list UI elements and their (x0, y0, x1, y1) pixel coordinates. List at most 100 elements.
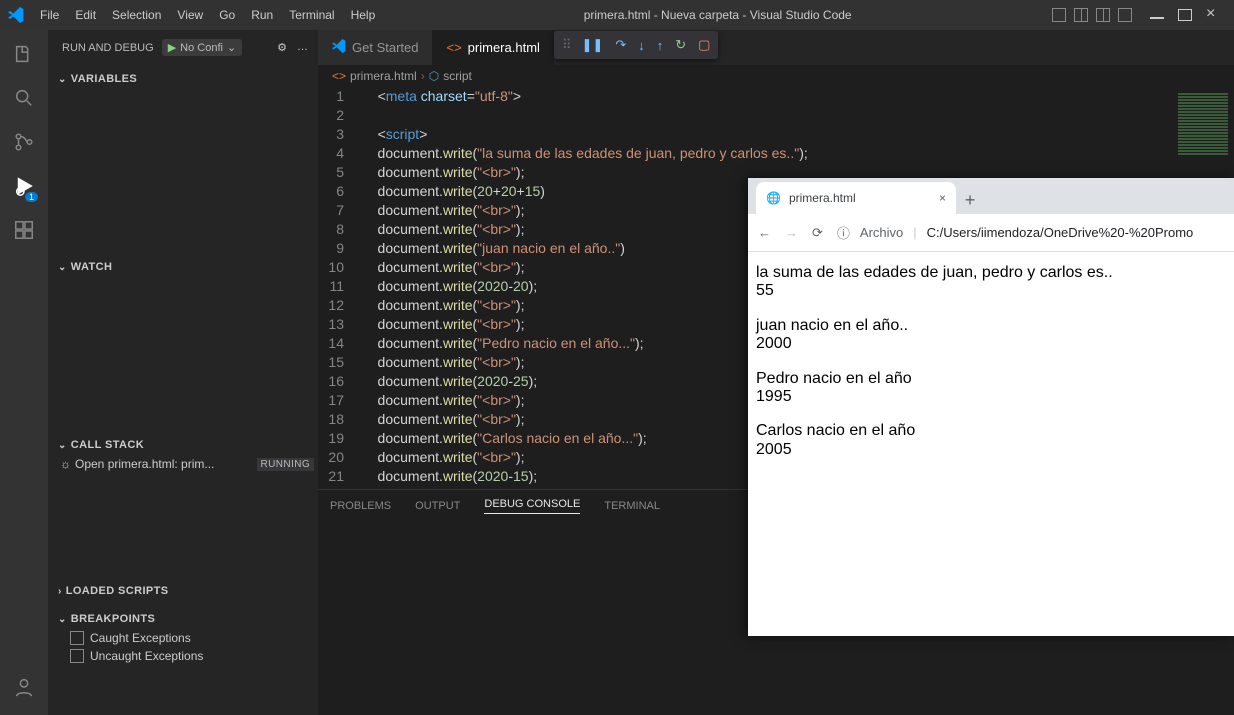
panel-variables[interactable]: ⌄ VARIABLES (48, 65, 318, 93)
activity-scm[interactable] (8, 126, 40, 158)
output-line: juan nacio en el año.. (756, 317, 1226, 335)
line-numbers: 123456789101112131415161718192021 (318, 87, 358, 486)
chevron-down-icon: ⌄ (58, 614, 67, 625)
play-icon: ▶ (168, 41, 176, 54)
checkbox[interactable] (70, 649, 84, 663)
menubar: File Edit Selection View Go Run Terminal… (0, 0, 1234, 30)
more-icon[interactable]: … (297, 41, 308, 54)
panel-callstack[interactable]: ⌄ CALL STACK ☼ Open primera.html: prim...… (48, 431, 318, 477)
editor-tabs: Get Started <> primera.html (318, 30, 1234, 65)
menu-help[interactable]: Help (343, 8, 384, 22)
vscode-icon (8, 7, 24, 23)
panel-problems[interactable]: PROBLEMS (330, 500, 391, 512)
callstack-row[interactable]: ☼ Open primera.html: prim... RUNNING (48, 455, 318, 473)
info-icon[interactable]: ⓘ (837, 223, 850, 242)
window-minimize-button[interactable] (1150, 17, 1164, 19)
html-file-icon: <> (446, 40, 461, 55)
panel-breakpoints[interactable]: ⌄ BREAKPOINTS Caught Exceptions Uncaught … (48, 605, 318, 669)
globe-icon: 🌐 (766, 191, 781, 205)
step-out-icon[interactable]: ↑ (657, 38, 664, 53)
browser-tab-title: primera.html (789, 191, 856, 205)
browser-tabbar: 🌐 primera.html × + (748, 178, 1234, 214)
vscode-icon (332, 39, 346, 56)
url-scheme: Archivo (860, 225, 903, 240)
panel-output[interactable]: OUTPUT (415, 500, 460, 512)
activity-bar: 1 (0, 30, 48, 715)
browser-toolbar: ← → ⟳ ⓘ Archivo | C:/Users/iimendoza/One… (748, 214, 1234, 252)
checkbox[interactable] (70, 631, 84, 645)
output-line: 55 (756, 282, 1226, 300)
sidebar-header: RUN AND DEBUG ▶ No Confi ⌄ ⚙ … (48, 30, 318, 65)
tab-get-started[interactable]: Get Started (318, 30, 432, 65)
restart-icon[interactable]: ↻ (675, 37, 686, 53)
run-config-selector[interactable]: ▶ No Confi ⌄ (162, 39, 242, 56)
browser-tab[interactable]: 🌐 primera.html × (756, 182, 956, 214)
menu-run[interactable]: Run (243, 8, 281, 22)
menu-view[interactable]: View (169, 8, 211, 22)
reload-button[interactable]: ⟳ (812, 225, 823, 241)
close-icon[interactable]: × (939, 191, 946, 205)
browser-window: 🌐 primera.html × + ← → ⟳ ⓘ Archivo | C:/… (748, 178, 1234, 636)
layout-icons[interactable] (1052, 8, 1132, 22)
panel-watch[interactable]: ⌄ WATCH (48, 253, 318, 281)
tab-label: primera.html (468, 40, 540, 55)
sidebar-title: RUN AND DEBUG (62, 42, 154, 54)
window-maximize-button[interactable] (1178, 9, 1192, 21)
activity-extensions[interactable] (8, 214, 40, 246)
chevron-right-icon: › (58, 586, 62, 597)
html-file-icon: <> (332, 69, 346, 83)
chevron-down-icon: ⌄ (58, 440, 67, 451)
window-title: primera.html - Nueva carpeta - Visual St… (383, 8, 1052, 22)
gear-icon[interactable]: ⚙ (277, 41, 287, 54)
breadcrumb[interactable]: <> primera.html › ⬡ script (318, 65, 1234, 87)
stop-icon[interactable]: ▢ (698, 37, 710, 53)
output-line: Pedro nacio en el año (756, 370, 1226, 388)
new-tab-button[interactable]: + (956, 186, 984, 214)
tab-primera[interactable]: <> primera.html (432, 30, 553, 65)
grip-icon[interactable]: ⠿ (562, 37, 570, 53)
output-line: Carlos nacio en el año (756, 422, 1226, 440)
callstack-label: Open primera.html: prim... (75, 457, 214, 471)
chevron-down-icon: ⌄ (58, 262, 67, 273)
watch-title: WATCH (71, 261, 113, 273)
activity-explorer[interactable] (8, 38, 40, 70)
callstack-title: CALL STACK (71, 439, 144, 451)
menu-go[interactable]: Go (211, 8, 243, 22)
back-button[interactable]: ← (758, 225, 771, 240)
variables-title: VARIABLES (71, 73, 137, 85)
activity-search[interactable] (8, 82, 40, 114)
step-over-icon[interactable]: ↷ (615, 37, 626, 53)
activity-run-debug[interactable]: 1 (8, 170, 40, 202)
panel-debug-console[interactable]: DEBUG CONSOLE (484, 498, 580, 514)
thread-icon: ☼ (60, 457, 71, 471)
minimap[interactable] (1178, 93, 1228, 153)
chevron-down-icon: ⌄ (58, 74, 67, 85)
breakpoint-caught[interactable]: Caught Exceptions (48, 629, 318, 647)
pause-icon[interactable]: ❚❚ (582, 37, 604, 53)
tab-label: Get Started (352, 40, 418, 55)
breadcrumb-symbol: script (443, 69, 472, 83)
debug-badge: 1 (25, 192, 38, 202)
step-into-icon[interactable]: ↓ (638, 38, 645, 53)
run-config-label: No Confi (180, 42, 223, 54)
bp-label: Uncaught Exceptions (90, 649, 203, 663)
url-text[interactable]: C:/Users/iimendoza/OneDrive%20-%20Promo (927, 225, 1194, 240)
breadcrumb-file: primera.html (350, 69, 417, 83)
chevron-down-icon: ⌄ (227, 41, 236, 54)
menu-terminal[interactable]: Terminal (281, 8, 342, 22)
output-line: 2005 (756, 441, 1226, 459)
menu-edit[interactable]: Edit (67, 8, 104, 22)
browser-content: la suma de las edades de juan, pedro y c… (748, 252, 1234, 471)
breakpoint-uncaught[interactable]: Uncaught Exceptions (48, 647, 318, 665)
panel-terminal[interactable]: TERMINAL (604, 500, 660, 512)
activity-accounts[interactable] (8, 671, 40, 703)
output-line: la suma de las edades de juan, pedro y c… (756, 264, 1226, 282)
panel-loaded-scripts[interactable]: ›LOADED SCRIPTS (48, 577, 318, 605)
menu-file[interactable]: File (32, 8, 67, 22)
menu-selection[interactable]: Selection (104, 8, 169, 22)
breakpoints-title: BREAKPOINTS (71, 613, 155, 625)
forward-button[interactable]: → (785, 225, 798, 240)
debug-toolbar[interactable]: ⠿ ❚❚ ↷ ↓ ↑ ↻ ▢ (554, 31, 718, 59)
symbol-icon: ⬡ (429, 69, 439, 83)
window-close-button[interactable]: × (1206, 9, 1220, 11)
